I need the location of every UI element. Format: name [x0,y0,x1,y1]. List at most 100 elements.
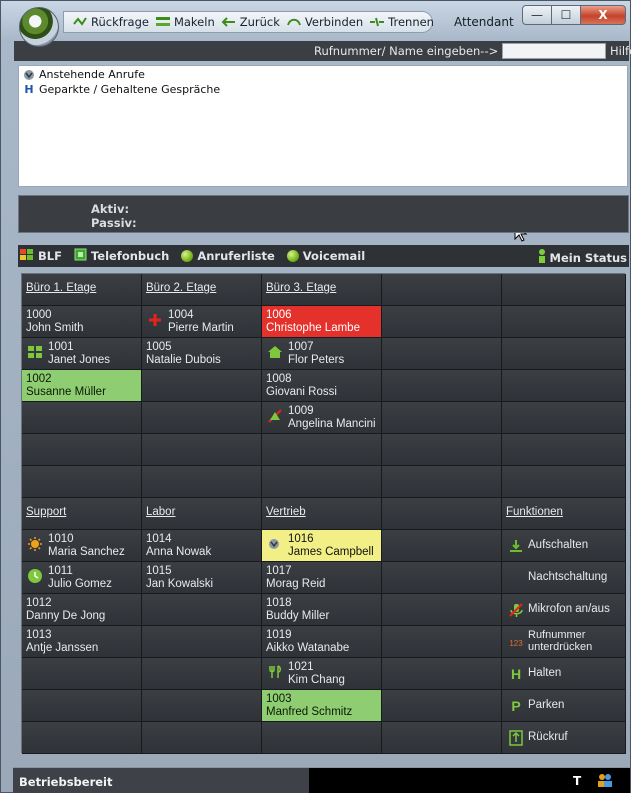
microphone-muted-icon [508,602,524,618]
extension-1015[interactable]: 1015 Jan Kowalski [142,562,262,594]
function-mikrofon-button[interactable]: Mikrofon an/aus [502,594,626,626]
rueckfrage-button[interactable]: Rückfrage [72,15,149,29]
extension-1006[interactable]: 1006 Christophe Lambe [262,306,382,338]
extension-1008[interactable]: 1008 Giovani Rossi [262,370,382,402]
window-title: Attendant [454,15,514,29]
suppress-number-icon: 123 [509,639,523,648]
extension-1019[interactable]: 1019 Aikko Watanabe [262,626,382,658]
extension-1010[interactable]: 1010 Maria Sanchez [22,530,142,562]
function-parken-button[interactable]: P Parken [502,690,626,722]
group-header-buero2[interactable]: Büro 2. Etage [142,274,262,306]
function-rufnummer-unterdruecken-button[interactable]: 123 Rufnummer unterdrücken [502,626,626,658]
empty-cell [22,434,142,466]
empty-cell [502,274,626,306]
extension-1009[interactable]: 1009 Angelina Mancini [262,402,382,434]
callback-icon [508,730,524,746]
extension-1011[interactable]: 1011 Julio Gomez [22,562,142,594]
tab-voicemail[interactable]: Voicemail [285,249,365,263]
function-nachtschaltung-button[interactable]: Nachtschaltung [502,562,626,594]
help-link[interactable]: Hilfe [610,44,631,58]
extension-1002[interactable]: 1002 Susanne Müller [22,370,142,402]
group-header-support[interactable]: Support [22,498,142,530]
empty-cell [142,370,262,402]
caller-list-icon [181,250,194,262]
tab-anruferliste[interactable]: Anruferliste [179,249,275,263]
group-header-buero3[interactable]: Büro 3. Etage [262,274,382,306]
extension-1001[interactable]: 1001 Janet Jones [22,338,142,370]
empty-cell [382,498,502,530]
quick-access-toolbar: Rückfrage Makeln Zurück Verbinden Trenne… [63,11,434,33]
extension-1000[interactable]: 1000 John Smith [22,306,142,338]
extension-1016[interactable]: 1016 James Campbell [262,530,382,562]
empty-cell [502,370,626,402]
ext-number: 1015 [146,565,172,577]
extension-1012[interactable]: 1012 Danny De Jong [22,594,142,626]
minimize-button[interactable]: — [522,5,552,25]
tab-blf[interactable]: BLF [18,248,62,264]
hold-icon: H [510,666,522,682]
connect-icon [286,16,302,28]
app-menu-orb-icon[interactable] [19,7,59,47]
ext-name: Antje Janssen [26,642,99,654]
ext-name: Manfred Schmitz [266,706,353,718]
empty-cell [502,402,626,434]
ext-name: Danny De Jong [26,610,106,622]
function-aufschalten-button[interactable]: Aufschalten [502,530,626,562]
empty-cell [22,690,142,722]
empty-cell [382,402,502,434]
my-status-button[interactable]: Mein Status [538,249,627,266]
ext-number: 1009 [288,405,314,417]
ext-number: 1002 [26,373,52,385]
ext-number: 1016 [288,533,314,545]
ext-name: Morag Reid [266,578,326,590]
empty-cell [142,626,262,658]
ext-number: 1017 [266,565,292,577]
users-icon[interactable] [597,773,613,787]
trennen-button[interactable]: Trennen [369,15,434,29]
ext-name: Giovani Rossi [266,386,337,398]
extension-1014[interactable]: 1014 Anna Nowak [142,530,262,562]
ext-number: 1007 [288,341,314,353]
ext-name: Aikko Watanabe [266,642,350,654]
empty-cell [382,274,502,306]
empty-cell [142,658,262,690]
maximize-button[interactable]: ☐ [551,5,581,25]
extension-1004[interactable]: 1004 Pierre Martin [142,306,262,338]
group-header-vertrieb[interactable]: Vertrieb [262,498,382,530]
barge-in-icon [508,538,524,554]
function-halten-button[interactable]: H Halten [502,658,626,690]
extension-1007[interactable]: 1007 Flor Peters [262,338,382,370]
ext-name: Angelina Mancini [288,418,376,430]
ext-number: 1004 [168,309,194,321]
extension-1005[interactable]: 1005 Natalie Dubois [142,338,262,370]
function-rueckruf-button[interactable]: Rückruf [502,722,626,754]
makeln-button[interactable]: Makeln [155,15,215,29]
close-button[interactable]: X [580,5,626,25]
group-header-labor[interactable]: Labor [142,498,262,530]
status-indicator-area: T [309,768,630,793]
extension-1003[interactable]: 1003 Manfred Schmitz [262,690,382,722]
empty-cell [142,466,262,498]
verbinden-button[interactable]: Verbinden [286,15,363,29]
lunch-icon [267,664,283,680]
empty-cell [262,722,382,754]
zurueck-button[interactable]: Zurück [221,15,280,29]
number-input[interactable] [502,43,606,59]
extension-1018[interactable]: 1018 Buddy Miller [262,594,382,626]
extension-1021[interactable]: 1021 Kim Chang [262,658,382,690]
ext-name: John Smith [26,322,84,334]
group-header-funktionen[interactable]: Funktionen [502,498,626,530]
active-label: Aktiv: [91,202,130,216]
empty-cell [142,402,262,434]
empty-cell [22,722,142,754]
tab-telefonbuch[interactable]: Telefonbuch [72,248,169,264]
extension-1017[interactable]: 1017 Morag Reid [262,562,382,594]
function-label-line1: Rufnummer [528,629,586,641]
ext-name: Kim Chang [288,674,345,686]
group-header-buero1[interactable]: Büro 1. Etage [22,274,142,306]
extension-1013[interactable]: 1013 Antje Janssen [22,626,142,658]
list-item-parked[interactable]: H Geparkte / Gehaltene Gespräche [19,83,627,96]
call-list[interactable]: Anstehende Anrufe H Geparkte / Gehaltene… [18,65,628,242]
tab-voicemail-label: Voicemail [302,249,366,263]
list-item-pending[interactable]: Anstehende Anrufe [19,68,627,81]
